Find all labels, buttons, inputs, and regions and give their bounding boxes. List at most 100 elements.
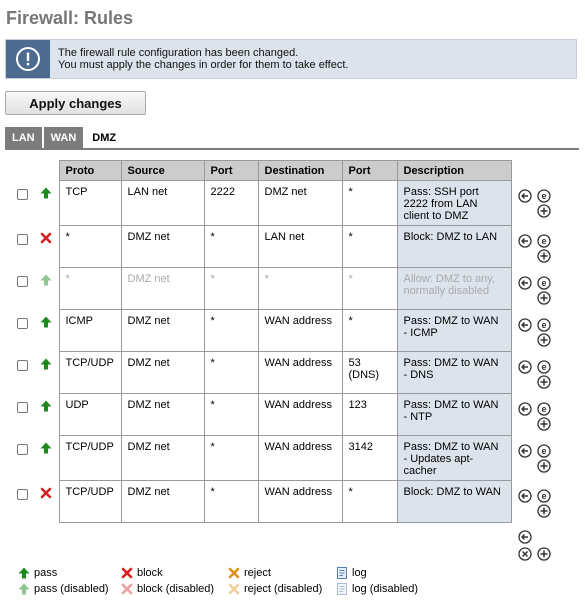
move-selected-icon[interactable] — [518, 402, 532, 416]
table-row[interactable]: TCP/UDP DMZ net * WAN address * Block: DMZ to… — [14, 480, 512, 523]
cell-proto: * — [58, 225, 122, 268]
table-row[interactable]: TCP/UDP DMZ net * WAN address 53 (DNS) Pass: … — [14, 351, 512, 394]
cell-proto: UDP — [58, 393, 122, 436]
pass-icon[interactable] — [40, 442, 52, 454]
page-title: Firewall: Rules — [6, 8, 134, 28]
legend-block-disabled: block (disabled) — [121, 583, 214, 595]
edit-icon[interactable]: e — [537, 276, 551, 290]
row-action-buttons: e — [516, 444, 558, 484]
add-icon[interactable] — [537, 547, 551, 561]
cell-port: * — [203, 351, 259, 394]
row-select-checkbox[interactable] — [17, 401, 28, 413]
cell-port: * — [203, 393, 259, 436]
move-selected-icon[interactable] — [518, 489, 532, 503]
edit-icon[interactable]: e — [537, 489, 551, 503]
add-icon[interactable] — [537, 291, 551, 305]
pass-icon[interactable] — [40, 358, 52, 370]
row-action-buttons: e — [516, 234, 558, 274]
move-selected-icon[interactable] — [518, 530, 532, 544]
edit-icon[interactable]: e — [537, 234, 551, 248]
pass-icon — [18, 567, 30, 579]
table-row[interactable]: TCP LAN net 2222 DMZ net * Pass: SSH port 222… — [14, 180, 512, 226]
header-port: Port — [203, 160, 259, 181]
cell-port: * — [203, 435, 259, 481]
row-controls — [14, 352, 59, 394]
add-icon[interactable] — [537, 333, 551, 347]
block-icon — [121, 567, 133, 579]
cell-description: Pass: DMZ to WAN - Updates apt-cacher — [396, 435, 512, 481]
header-dest-port: Port — [341, 160, 398, 181]
pass-icon[interactable] — [40, 316, 52, 328]
add-icon[interactable] — [537, 459, 551, 473]
cell-description: Pass: DMZ to WAN - DNS — [396, 351, 512, 394]
row-select-checkbox[interactable] — [17, 488, 28, 500]
tab-dmz[interactable]: DMZ — [85, 127, 124, 149]
cell-source: LAN net — [120, 180, 205, 226]
move-selected-icon[interactable] — [518, 360, 532, 374]
table-row[interactable]: ICMP DMZ net * WAN address * Pass: DMZ to WAN… — [14, 309, 512, 352]
row-select-checkbox[interactable] — [17, 188, 28, 200]
cell-proto: TCP — [58, 180, 122, 226]
header-spacer — [14, 160, 59, 181]
cell-proto: TCP/UDP — [58, 480, 122, 523]
cell-dest-port: * — [341, 180, 398, 226]
reject-disabled-icon — [228, 583, 240, 595]
pass-icon[interactable] — [40, 187, 52, 199]
edit-icon[interactable]: e — [537, 189, 551, 203]
row-select-checkbox[interactable] — [17, 443, 28, 455]
rules-table: Proto Source Port Destination Port Descr… — [14, 160, 512, 523]
svg-text:e: e — [541, 236, 546, 246]
cell-source: DMZ net — [120, 351, 205, 394]
header-description: Description — [396, 160, 512, 181]
tab-lan[interactable]: LAN — [5, 127, 42, 149]
row-select-checkbox[interactable] — [17, 275, 28, 287]
row-controls — [14, 310, 59, 352]
edit-icon[interactable]: e — [537, 360, 551, 374]
move-selected-icon[interactable] — [518, 444, 532, 458]
cell-proto: * — [58, 267, 122, 310]
edit-icon[interactable]: e — [537, 318, 551, 332]
cell-description: Block: DMZ to WAN — [396, 480, 512, 523]
add-icon[interactable] — [537, 204, 551, 218]
move-selected-icon[interactable] — [518, 189, 532, 203]
pass-disabled-icon[interactable] — [40, 274, 52, 286]
svg-text:e: e — [541, 320, 546, 330]
table-row[interactable]: * DMZ net * LAN net * Block: DMZ to LAN — [14, 225, 512, 268]
cell-dest-port: * — [341, 309, 398, 352]
row-action-buttons: e — [516, 360, 558, 400]
delete-selected-icon[interactable] — [518, 547, 532, 561]
pass-icon[interactable] — [40, 400, 52, 412]
add-icon[interactable] — [537, 504, 551, 518]
cell-port: * — [203, 225, 259, 268]
cell-description: Pass: SSH port 2222 from LAN client to D… — [396, 180, 512, 226]
row-select-checkbox[interactable] — [17, 317, 28, 329]
table-row[interactable]: * DMZ net * * * Allow: DMZ to any, normally d… — [14, 267, 512, 310]
move-selected-icon[interactable] — [518, 276, 532, 290]
add-icon[interactable] — [537, 375, 551, 389]
svg-text:e: e — [541, 362, 546, 372]
cell-destination: WAN address — [257, 480, 343, 523]
row-controls — [14, 226, 59, 268]
table-row[interactable]: UDP DMZ net * WAN address 123 Pass: DMZ to WA… — [14, 393, 512, 436]
cell-source: DMZ net — [120, 435, 205, 481]
cell-dest-port: 123 — [341, 393, 398, 436]
row-select-checkbox[interactable] — [17, 359, 28, 371]
tab-wan[interactable]: WAN — [43, 127, 84, 149]
edit-icon[interactable]: e — [537, 402, 551, 416]
cell-destination: WAN address — [257, 435, 343, 481]
move-selected-icon[interactable] — [518, 234, 532, 248]
row-select-checkbox[interactable] — [17, 233, 28, 245]
block-icon[interactable] — [40, 232, 52, 244]
block-disabled-icon — [121, 583, 133, 595]
move-selected-icon[interactable] — [518, 318, 532, 332]
legend-reject-disabled: reject (disabled) — [228, 583, 322, 595]
table-row[interactable]: TCP/UDP DMZ net * WAN address 3142 Pass: DMZ … — [14, 435, 512, 481]
add-icon[interactable] — [537, 249, 551, 263]
add-icon[interactable] — [537, 417, 551, 431]
block-icon[interactable] — [40, 487, 52, 499]
svg-text:e: e — [541, 446, 546, 456]
bulk-action-buttons — [516, 530, 558, 570]
edit-icon[interactable]: e — [537, 444, 551, 458]
row-action-buttons: e — [516, 489, 558, 529]
apply-changes-button[interactable]: Apply changes — [5, 91, 146, 115]
